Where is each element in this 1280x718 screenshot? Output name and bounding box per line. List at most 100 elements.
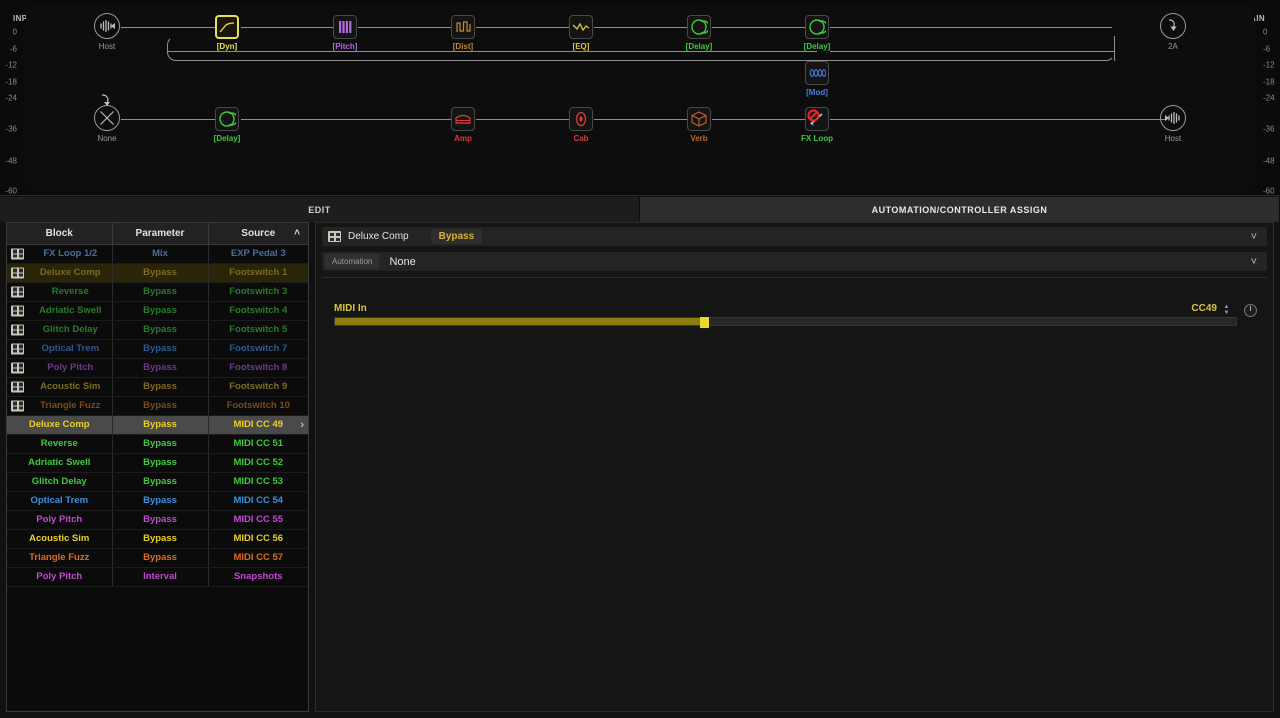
table-row[interactable]: Triangle Fuzz Bypass MIDI CC 57 (7, 548, 308, 568)
lower-panel: Block Parameter Source ˄ FX Loop 1/2 Mix E… (0, 222, 1280, 718)
distortion-wave-glyph (455, 21, 471, 32)
output-node-host[interactable]: Host (1153, 105, 1193, 144)
delay-circle-icon (805, 15, 829, 39)
input-node-host[interactable]: Host (87, 13, 127, 52)
output-node-host-label: Host (1164, 134, 1182, 143)
cell-source: MIDI CC 53 (208, 472, 308, 492)
table-row[interactable]: Poly Pitch Bypass MIDI CC 55 (7, 510, 308, 530)
cabinet-glyph (575, 111, 587, 127)
wire-delay1-to-delay2 (712, 27, 805, 28)
output-node-2a[interactable]: 2A (1153, 13, 1193, 52)
main-tick-48: -48 (1263, 156, 1275, 166)
block-eq[interactable]: [EQ] (561, 15, 601, 52)
cell-block: FX Loop 1/2 (7, 244, 113, 264)
assignment-table: Block Parameter Source ˄ FX Loop 1/2 Mix E… (7, 223, 308, 587)
main-tab-bar: EDIT AUTOMATION/CONTROLLER ASSIGN (0, 197, 1280, 222)
block-dyn[interactable]: [Dyn] (207, 15, 247, 52)
block-fx-loop[interactable]: FX Loop (797, 107, 837, 144)
input-tick-12: -12 (5, 60, 17, 70)
cell-block-label: Optical Trem (30, 495, 89, 506)
wire-dist-to-eq (476, 27, 570, 28)
cell-source: Footswitch 1 (208, 263, 308, 283)
table-row[interactable]: FX Loop 1/2 Mix EXP Pedal 3 (7, 244, 308, 264)
cell-block: Glitch Delay (7, 472, 113, 492)
table-row[interactable]: Deluxe Comp Bypass Footswitch 1 (7, 263, 308, 283)
block-dist[interactable]: [Dist] (443, 15, 483, 52)
table-row[interactable]: Reverse Bypass Footswitch 3 (7, 282, 308, 302)
cc-stepper[interactable]: ▲ ▼ (1222, 303, 1231, 317)
cell-parameter: Bypass (112, 529, 209, 549)
output-arrow-icon (1160, 13, 1186, 39)
assignment-table-body: FX Loop 1/2 Mix EXP Pedal 3 Deluxe Comp Bypa… (7, 244, 308, 587)
cell-source-label: MIDI CC 51 (233, 438, 284, 449)
cell-block-label: Triangle Fuzz (40, 400, 101, 411)
block-delay-2[interactable]: [Delay] (797, 15, 837, 52)
block-icon (11, 305, 24, 316)
table-row[interactable]: Reverse Bypass MIDI CC 51 (7, 434, 308, 454)
block-delay-1[interactable]: [Delay] (679, 15, 719, 52)
tab-edit[interactable]: EDIT (0, 197, 640, 222)
table-row[interactable]: Glitch Delay Bypass Footswitch 5 (7, 320, 308, 340)
main-tick-6: -6 (1263, 44, 1271, 54)
detail-parameter-name[interactable]: Bypass (430, 229, 483, 244)
detail-block-name: Deluxe Comp (348, 231, 409, 242)
column-header-source[interactable]: Source ˄ (208, 223, 308, 245)
wire-mod-in (167, 51, 817, 52)
table-row[interactable]: Deluxe Comp Bypass MIDI CC 49 › (7, 415, 308, 435)
cell-block-label: Adriatic Swell (28, 457, 91, 468)
midi-in-slider[interactable] (334, 317, 1237, 328)
midi-learn-knob-icon[interactable] (1244, 304, 1257, 317)
table-row[interactable]: Triangle Fuzz Bypass Footswitch 10 (7, 396, 308, 416)
delay-circle-glyph (219, 111, 236, 127)
table-row[interactable]: Poly Pitch Interval Snapshots (7, 567, 308, 587)
input-tick-24: -24 (5, 93, 17, 103)
table-row[interactable]: Poly Pitch Bypass Footswitch 8 (7, 358, 308, 378)
cell-block-label: Glitch Delay (42, 324, 98, 335)
cell-parameter: Bypass (112, 282, 209, 302)
block-delay-3[interactable]: [Delay] (207, 107, 247, 144)
main-tick-0: 0 (1263, 27, 1268, 37)
table-row[interactable]: Adriatic Swell Bypass MIDI CC 52 (7, 453, 308, 473)
wire-eq-to-delay1 (594, 27, 687, 28)
table-row[interactable]: Acoustic Sim Bypass MIDI CC 56 (7, 529, 308, 549)
column-header-parameter[interactable]: Parameter (112, 223, 209, 245)
tab-automation-controller-assign[interactable]: AUTOMATION/CONTROLLER ASSIGN (640, 197, 1280, 222)
assignment-detail-panel: Deluxe Comp Bypass ˅ Automation None ˅ M… (315, 222, 1274, 712)
stepper-down-icon[interactable]: ▼ (1224, 310, 1230, 316)
block-pitch[interactable]: [Pitch] (325, 15, 365, 52)
wire-verb-to-fxloop (712, 119, 805, 120)
table-row[interactable]: Optical Trem Bypass MIDI CC 54 (7, 491, 308, 511)
column-header-block[interactable]: Block (7, 223, 113, 245)
tab-edit-label: EDIT (308, 204, 331, 215)
input-tick-36: -36 (5, 124, 17, 134)
cell-source: MIDI CC 55 (208, 510, 308, 530)
signal-flow-panel: INPUT 0 -6 -12 -18 -24 -36 -48 -60 (0, 0, 1280, 196)
block-mod[interactable]: [Mod] (797, 61, 837, 98)
block-cab[interactable]: Cab (561, 107, 601, 144)
input-node-none[interactable]: None (87, 94, 127, 144)
cell-block: Triangle Fuzz (7, 548, 113, 568)
cell-block-label: Glitch Delay (31, 476, 87, 487)
table-row[interactable]: Adriatic Swell Bypass Footswitch 4 (7, 301, 308, 321)
x-cross-glyph (100, 111, 114, 125)
block-mod-label: [Mod] (806, 88, 828, 97)
cell-block-label: Poly Pitch (47, 362, 94, 373)
table-row[interactable]: Optical Trem Bypass Footswitch 7 (7, 339, 308, 359)
chevron-down-icon[interactable]: ˅ (1251, 231, 1257, 243)
table-row[interactable]: Acoustic Sim Bypass Footswitch 9 (7, 377, 308, 397)
block-verb[interactable]: Verb (679, 107, 719, 144)
main-tick-36: -36 (1263, 124, 1275, 134)
amp-glyph (455, 114, 471, 124)
midi-in-slider-handle[interactable] (700, 317, 710, 328)
cc-value[interactable]: CC49 (1191, 303, 1217, 314)
table-row[interactable]: Glitch Delay Bypass MIDI CC 53 (7, 472, 308, 492)
cell-source: Footswitch 7 (208, 339, 308, 359)
chevron-down-icon[interactable]: ˅ (1251, 256, 1257, 268)
wire-amp-to-cab (476, 119, 570, 120)
delay-circle-icon (215, 107, 239, 131)
row-expand-chevron-icon[interactable]: › (300, 419, 304, 431)
automation-selector[interactable]: Automation None ˅ (322, 252, 1267, 271)
block-amp[interactable]: Amp (443, 107, 483, 144)
detail-block-selector[interactable]: Deluxe Comp Bypass ˅ (322, 227, 1267, 246)
cell-block: Optical Trem (7, 339, 113, 359)
